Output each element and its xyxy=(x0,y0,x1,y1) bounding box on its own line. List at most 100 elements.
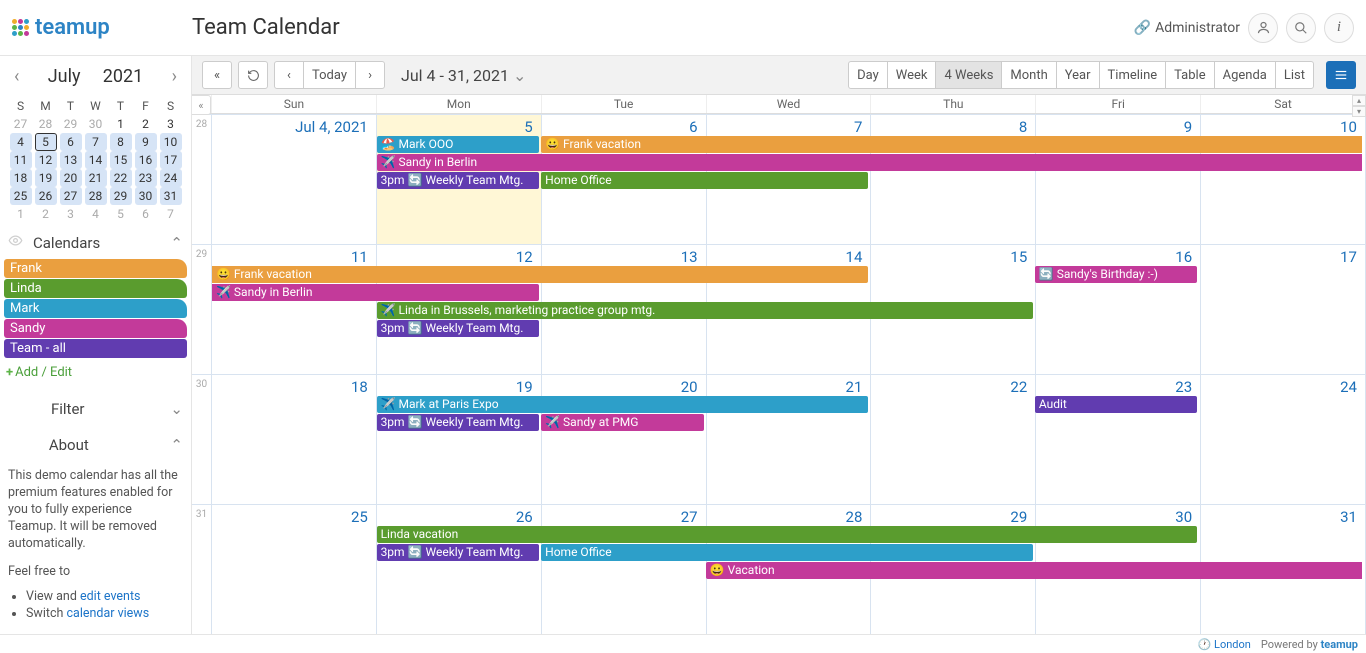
event[interactable]: 3pm 🔄 Weekly Team Mtg. xyxy=(377,544,540,561)
mini-day[interactable]: 16 xyxy=(133,151,158,169)
event[interactable]: ✈️ Mark at Paris Expo xyxy=(377,396,869,413)
info-icon-button[interactable]: i xyxy=(1324,13,1354,43)
mini-day[interactable]: 24 xyxy=(158,169,183,187)
mini-day[interactable]: 18 xyxy=(8,169,33,187)
admin-link[interactable]: 🔗 Administrator xyxy=(1134,20,1240,36)
about-section-header[interactable]: About ⌃ xyxy=(0,430,191,460)
event[interactable]: ✈️ Linda in Brussels, marketing practice… xyxy=(377,302,1033,319)
mini-day[interactable]: 21 xyxy=(83,169,108,187)
event[interactable]: 🏖️ Mark OOO xyxy=(377,136,540,153)
mini-day[interactable]: 5 xyxy=(108,205,133,223)
today-button[interactable]: Today xyxy=(303,61,356,89)
mini-day[interactable]: 30 xyxy=(83,115,108,133)
mini-day[interactable]: 25 xyxy=(8,187,33,205)
mini-day[interactable]: 31 xyxy=(158,187,183,205)
mini-day[interactable]: 2 xyxy=(133,115,158,133)
event[interactable]: 3pm 🔄 Weekly Team Mtg. xyxy=(377,414,540,431)
day-cell[interactable]: Jul 4, 2021 xyxy=(212,115,377,244)
scroll-up-button[interactable]: ▴ xyxy=(1352,95,1366,106)
day-cell[interactable]: 26 xyxy=(377,505,542,634)
calendar-chip-linda[interactable]: Linda xyxy=(4,279,187,298)
event[interactable]: 😀 Frank vacation xyxy=(212,266,868,283)
event[interactable]: 😀 Vacation xyxy=(706,562,1362,579)
calendar-chip-teamall[interactable]: Team - all xyxy=(4,339,187,358)
day-cell[interactable]: 20 xyxy=(542,375,707,504)
day-cell[interactable]: 24 xyxy=(1201,375,1366,504)
mini-day[interactable]: 7 xyxy=(158,205,183,223)
mini-day[interactable]: 13 xyxy=(58,151,83,169)
day-cell[interactable]: 23 xyxy=(1036,375,1201,504)
event[interactable]: 😀 Frank vacation xyxy=(541,136,1362,153)
prev-button[interactable]: ‹ xyxy=(274,61,304,89)
scroll-down-button[interactable]: ▾ xyxy=(1352,106,1366,117)
view-week[interactable]: Week xyxy=(887,61,937,89)
rewind-button[interactable]: « xyxy=(202,61,232,89)
edit-events-link[interactable]: edit events xyxy=(80,589,141,604)
mini-day[interactable]: 3 xyxy=(58,205,83,223)
event[interactable]: Audit xyxy=(1035,396,1198,413)
mini-day[interactable]: 17 xyxy=(158,151,183,169)
mini-day[interactable]: 6 xyxy=(58,133,83,151)
search-icon-button[interactable] xyxy=(1286,13,1316,43)
calendar-chip-mark[interactable]: Mark xyxy=(4,299,187,318)
user-icon-button[interactable] xyxy=(1248,13,1278,43)
event[interactable]: ✈️ Sandy in Berlin xyxy=(212,284,539,301)
view-list[interactable]: List xyxy=(1275,61,1314,89)
view-day[interactable]: Day xyxy=(848,61,888,89)
mini-day[interactable]: 5 xyxy=(33,133,58,151)
filter-section-header[interactable]: Filter ⌄ xyxy=(0,394,191,424)
prev-month-button[interactable]: ‹ xyxy=(8,62,25,91)
collapse-sidebar-button[interactable]: « xyxy=(192,95,211,115)
day-cell[interactable]: 22 xyxy=(871,375,1036,504)
mini-day[interactable]: 27 xyxy=(58,187,83,205)
calendar-chip-frank[interactable]: Frank xyxy=(4,259,187,278)
mini-day[interactable]: 1 xyxy=(108,115,133,133)
mini-day[interactable]: 6 xyxy=(133,205,158,223)
day-cell[interactable]: 25 xyxy=(212,505,377,634)
day-cell[interactable]: 16 xyxy=(1036,245,1201,374)
mini-day[interactable]: 2 xyxy=(33,205,58,223)
nav-month[interactable]: July xyxy=(48,66,81,87)
day-cell[interactable]: 19 xyxy=(377,375,542,504)
day-cell[interactable]: 10 xyxy=(1201,115,1366,244)
event[interactable]: Home Office xyxy=(541,172,868,189)
calendar-views-link[interactable]: calendar views xyxy=(66,606,149,621)
view-timeline[interactable]: Timeline xyxy=(1099,61,1167,89)
mini-day[interactable]: 28 xyxy=(33,115,58,133)
view-agenda[interactable]: Agenda xyxy=(1214,61,1276,89)
mini-day[interactable]: 12 xyxy=(33,151,58,169)
mini-day[interactable]: 15 xyxy=(108,151,133,169)
mini-day[interactable]: 22 xyxy=(108,169,133,187)
event[interactable]: Home Office xyxy=(541,544,1033,561)
next-month-button[interactable]: › xyxy=(166,62,183,91)
view-month[interactable]: Month xyxy=(1001,61,1056,89)
mini-day[interactable]: 8 xyxy=(108,133,133,151)
timezone[interactable]: 🕐 London xyxy=(1198,638,1251,651)
day-cell[interactable]: 9 xyxy=(1036,115,1201,244)
mini-day[interactable]: 26 xyxy=(33,187,58,205)
day-cell[interactable]: 27 xyxy=(542,505,707,634)
mini-day[interactable]: 29 xyxy=(108,187,133,205)
mini-day[interactable]: 3 xyxy=(158,115,183,133)
mini-day[interactable]: 10 xyxy=(158,133,183,151)
day-cell[interactable]: 17 xyxy=(1201,245,1366,374)
refresh-button[interactable] xyxy=(238,61,268,89)
mini-day[interactable]: 4 xyxy=(8,133,33,151)
event[interactable]: ✈️ Sandy in Berlin xyxy=(377,154,1362,171)
mini-day[interactable]: 28 xyxy=(83,187,108,205)
day-cell[interactable]: 21 xyxy=(707,375,872,504)
mini-day[interactable]: 11 xyxy=(8,151,33,169)
logo[interactable]: teamup xyxy=(12,15,192,40)
event[interactable]: Linda vacation xyxy=(377,526,1198,543)
event[interactable]: ✈️ Sandy at PMG xyxy=(541,414,704,431)
day-cell[interactable]: 8 xyxy=(871,115,1036,244)
event[interactable]: 3pm 🔄 Weekly Team Mtg. xyxy=(377,172,540,189)
mini-day[interactable]: 27 xyxy=(8,115,33,133)
next-button[interactable]: › xyxy=(355,61,385,89)
mini-day[interactable]: 7 xyxy=(83,133,108,151)
mini-day[interactable]: 23 xyxy=(133,169,158,187)
view-year[interactable]: Year xyxy=(1056,61,1100,89)
event[interactable]: 🔄 Sandy's Birthday :-) xyxy=(1035,266,1198,283)
mini-day[interactable]: 20 xyxy=(58,169,83,187)
calendar-chip-sandy[interactable]: Sandy xyxy=(4,319,187,338)
